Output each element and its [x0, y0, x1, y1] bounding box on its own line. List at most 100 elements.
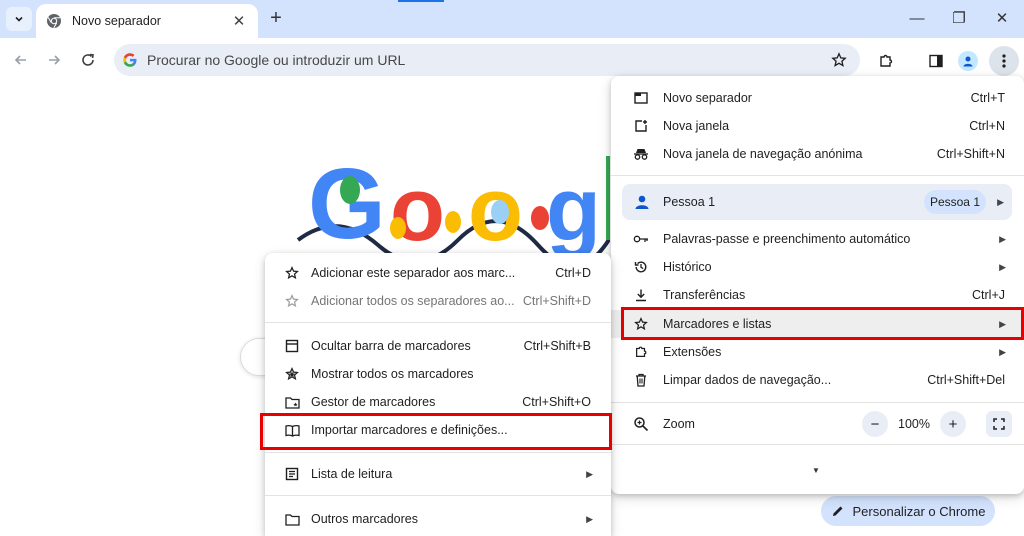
menu-item-label: Gestor de marcadores: [311, 395, 436, 409]
chrome-main-menu: Novo separador Ctrl+T Nova janela Ctrl+N…: [611, 76, 1024, 494]
google-doodle[interactable]: G o o g: [278, 150, 610, 262]
menu-item-profile[interactable]: Pessoa 1 Pessoa 1 ▶: [622, 184, 1012, 220]
menu-item-label: Nova janela de navegação anónima: [663, 147, 863, 161]
back-button[interactable]: [9, 48, 33, 72]
menu-item-shortcut: Ctrl+D: [555, 266, 591, 280]
menu-item-reading-list[interactable]: Lista de leitura ▶: [265, 460, 611, 488]
kebab-menu-icon: [1002, 54, 1006, 68]
minimize-button[interactable]: —: [903, 6, 931, 30]
trash-icon: [633, 372, 649, 388]
bookmarks-bar-icon: [284, 338, 300, 354]
menu-item-bookmark-manager[interactable]: Gestor de marcadores Ctrl+Shift+O: [265, 388, 611, 416]
menu-divider: [611, 402, 1024, 403]
reload-button[interactable]: [76, 48, 100, 72]
menu-item-label: Limpar dados de navegação...: [663, 373, 832, 387]
menu-item-incognito-window[interactable]: Nova janela de navegação anónima Ctrl+Sh…: [611, 140, 1024, 168]
menu-item-hide-bookmarks-bar[interactable]: Ocultar barra de marcadores Ctrl+Shift+B: [265, 332, 611, 360]
tab-new-tab[interactable]: Novo separador ✕: [36, 4, 258, 38]
menu-item-label: Novo separador: [663, 91, 752, 105]
menu-divider: [265, 452, 611, 453]
window-close-button[interactable]: ✕: [988, 6, 1016, 30]
reload-icon: [82, 53, 94, 66]
menu-item-show-all-bookmarks[interactable]: Mostrar todos os marcadores: [265, 360, 611, 388]
omnibox[interactable]: Procurar no Google ou introduzir um URL: [114, 44, 860, 76]
customize-chrome-label: Personalizar o Chrome: [852, 503, 986, 519]
person-icon: [963, 56, 973, 67]
fullscreen-button[interactable]: [986, 411, 1012, 437]
menu-item-label: Adicionar todos os separadores ao...: [311, 294, 515, 308]
pencil-icon: [832, 506, 843, 516]
menu-item-shortcut: Ctrl+Shift+Del: [927, 373, 1005, 387]
tab-search-button[interactable]: [6, 7, 32, 31]
chrome-menu-button[interactable]: [989, 46, 1019, 76]
zoom-out-button[interactable]: −: [862, 411, 888, 437]
menu-item-new-window[interactable]: Nova janela Ctrl+N: [611, 112, 1024, 140]
side-panel-button[interactable]: [923, 48, 949, 74]
menu-item-label: Lista de leitura: [311, 467, 393, 481]
menu-item-shortcut: Ctrl+N: [969, 119, 1005, 133]
submenu-arrow-icon: ▶: [997, 196, 1004, 207]
menu-item-shortcut: Ctrl+Shift+D: [522, 294, 591, 308]
menu-item-shortcut: Ctrl+Shift+O: [522, 395, 591, 409]
zoom-value: 100%: [898, 417, 930, 431]
chevron-down-icon: [15, 16, 23, 22]
menu-divider: [265, 495, 611, 496]
menu-item-label: Palavras-passe e preenchimento automátic…: [663, 232, 911, 246]
menu-item-label: Outros marcadores: [311, 512, 418, 526]
puzzle-icon: [633, 344, 649, 360]
star-filled-icon: [284, 366, 300, 382]
extensions-button[interactable]: [873, 48, 899, 74]
history-icon: [633, 259, 649, 275]
menu-item-clear-browsing-data[interactable]: Limpar dados de navegação... Ctrl+Shift+…: [611, 366, 1024, 394]
menu-item-label: Mostrar todos os marcadores: [311, 367, 474, 381]
svg-text:g: g: [546, 160, 601, 260]
submenu-arrow-icon: ▶: [586, 468, 593, 479]
menu-item-new-tab[interactable]: Novo separador Ctrl+T: [611, 84, 1024, 112]
annotation-highlight-bookmarks: [621, 307, 1024, 340]
tab-close-icon[interactable]: ✕: [230, 12, 248, 30]
restore-button[interactable]: ❐: [945, 6, 973, 30]
new-tab-button[interactable]: +: [264, 7, 288, 31]
menu-item-shortcut: Ctrl+Shift+N: [936, 147, 1005, 161]
person-icon: [633, 193, 651, 211]
star-outline-icon: [831, 52, 847, 67]
menu-item-other-bookmarks[interactable]: Outros marcadores ▶: [265, 505, 611, 533]
menu-item-bookmark-all-tabs[interactable]: Adicionar todos os separadores ao... Ctr…: [265, 287, 611, 315]
submenu-arrow-icon: ▶: [999, 261, 1006, 272]
menu-item-label: Transferências: [663, 288, 746, 302]
menu-item-shortcut: Ctrl+Shift+B: [523, 339, 591, 353]
puzzle-icon: [880, 54, 893, 67]
customize-chrome-button[interactable]: Personalizar o Chrome: [821, 496, 995, 526]
menu-item-label: Extensões: [663, 345, 722, 359]
folder-star-icon: [284, 394, 300, 410]
star-outline-icon: [284, 265, 300, 281]
menu-item-passwords[interactable]: Palavras-passe e preenchimento automátic…: [611, 225, 1024, 253]
menu-item-label: Histórico: [663, 260, 712, 274]
menu-item-shortcut: Ctrl+T: [970, 91, 1005, 105]
arrow-right-icon: [49, 55, 61, 65]
bookmark-star-button[interactable]: [826, 47, 852, 73]
magnifier-icon: [634, 417, 649, 432]
star-outline-icon: [284, 293, 300, 309]
menu-item-history[interactable]: Histórico ▶: [611, 253, 1024, 281]
profile-button[interactable]: [955, 48, 981, 74]
annotation-highlight-import: [260, 413, 612, 450]
profile-chip: Pessoa 1: [923, 190, 986, 214]
folder-icon: [284, 511, 300, 527]
menu-item-bookmark-this-tab[interactable]: Adicionar este separador aos marc... Ctr…: [265, 259, 611, 287]
submenu-arrow-icon: ▶: [999, 346, 1006, 357]
menu-item-shortcut: Ctrl+J: [972, 288, 1005, 302]
zoom-in-button[interactable]: +: [940, 411, 966, 437]
submenu-arrow-icon: ▶: [999, 233, 1006, 244]
menu-more-arrow-icon[interactable]: ▼: [812, 466, 820, 475]
key-icon: [633, 231, 649, 247]
menu-item-extensions[interactable]: Extensões ▶: [611, 338, 1024, 366]
zoom-label: Zoom: [663, 417, 695, 431]
menu-item-label: Ocultar barra de marcadores: [311, 339, 471, 353]
forward-button[interactable]: [42, 48, 66, 72]
side-panel-icon: [929, 54, 943, 68]
menu-item-downloads[interactable]: Transferências Ctrl+J: [611, 281, 1024, 309]
new-tab-icon: [633, 90, 649, 106]
menu-divider: [265, 322, 611, 323]
tab-strip: Novo separador ✕ + — ❐ ✕: [0, 0, 1024, 38]
